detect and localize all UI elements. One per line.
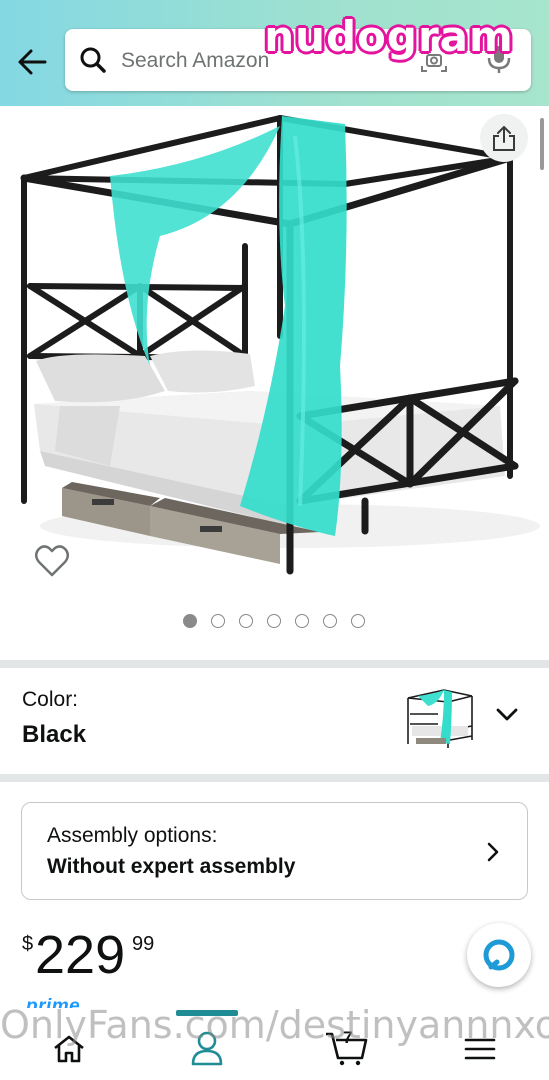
color-label: Color: [22,688,79,711]
image-pagination [183,614,365,630]
back-arrow-icon [18,49,47,75]
product-image[interactable] [0,106,549,586]
watermark-text: OnlyFans.com/destinyannnxox [0,1003,549,1047]
price-currency-symbol: $ [22,933,34,955]
pagination-dot[interactable] [211,614,225,628]
color-swatch-thumbnail[interactable] [404,686,476,752]
price-fraction: 99 [132,933,155,955]
watermark-logo: nudogram [264,12,514,61]
wishlist-button[interactable] [32,541,72,581]
pagination-dot[interactable] [323,614,337,628]
pagination-dot[interactable] [183,614,197,628]
color-value: Black [22,721,87,748]
price-whole: 229 [35,925,126,985]
pagination-dot[interactable] [351,614,365,628]
heart-icon [35,545,69,577]
share-icon [493,126,515,151]
share-button[interactable] [480,114,528,162]
assembly-options-value: Without expert assembly [47,855,296,878]
pagination-dot[interactable] [267,614,281,628]
alexa-icon [483,939,515,971]
scrollbar[interactable] [540,118,544,170]
chevron-right-icon [487,842,499,862]
header-bar: nudogram [0,0,549,106]
assembly-options-card[interactable]: Assembly options: Without expert assembl… [21,802,528,900]
back-button[interactable] [14,44,50,80]
pagination-dot[interactable] [239,614,253,628]
section-divider [0,660,549,668]
chevron-down-icon[interactable] [492,700,522,730]
search-icon[interactable] [79,46,107,74]
pagination-dot[interactable] [295,614,309,628]
alexa-button[interactable] [467,923,531,987]
assembly-options-label: Assembly options: [47,824,218,847]
section-divider [0,774,549,782]
